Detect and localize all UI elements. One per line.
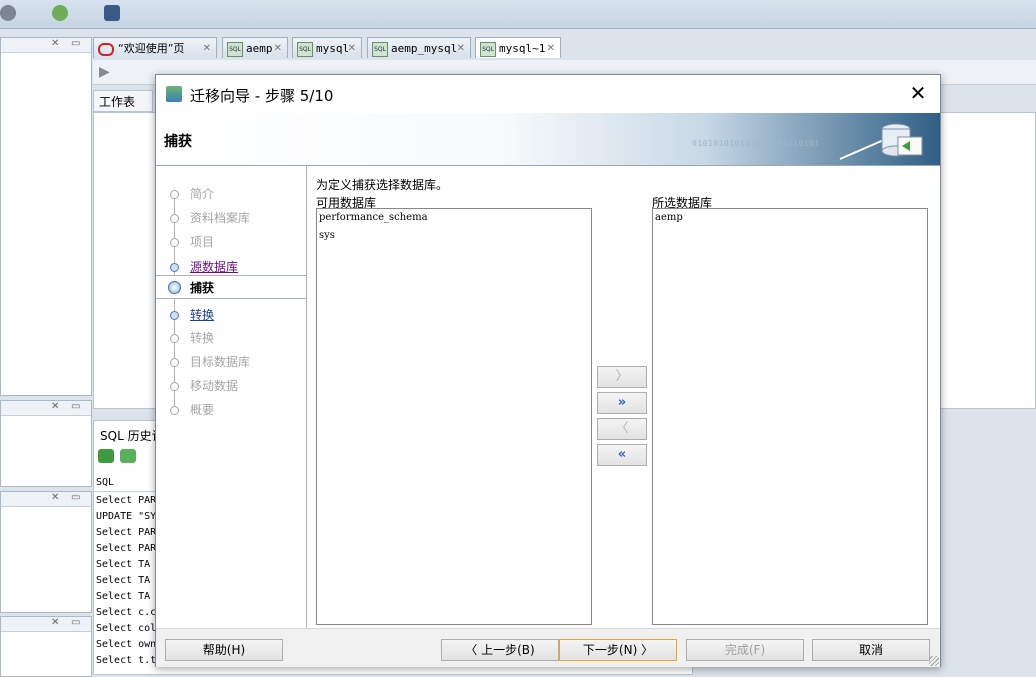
nav-icon[interactable] [0, 5, 16, 21]
sql-worksheet-icon: SQL [297, 41, 313, 57]
step-translate: 转换 [156, 326, 306, 348]
table-row[interactable]: Select c.c [96, 607, 156, 618]
table-row[interactable]: Select t.t [96, 655, 156, 666]
sql-connection-icon[interactable] [52, 5, 68, 21]
remove-one-button[interactable]: 〈 [597, 418, 647, 440]
step-summary: 概要 [156, 398, 306, 420]
close-tab-icon[interactable]: ✕ [547, 38, 555, 59]
minimize-icon[interactable]: ▭ [71, 38, 80, 49]
add-one-button[interactable]: 〉 [597, 366, 647, 388]
step-capture[interactable]: 捕获 [156, 275, 306, 299]
resize-grip-icon[interactable] [929, 656, 939, 666]
list-item[interactable]: sys [319, 230, 335, 241]
sql-worksheet-icon: SQL [372, 41, 388, 57]
structure-panel: ✕ ▭ [0, 491, 92, 613]
minimize-icon[interactable]: ▭ [71, 401, 80, 412]
close-tab-icon[interactable]: ✕ [203, 38, 211, 59]
available-databases-list[interactable]: performance_schema sys [316, 208, 592, 625]
sql-column-header: SQL [96, 477, 115, 488]
step-intro: 简介 [156, 182, 306, 204]
table-row[interactable]: Select TA [96, 575, 150, 586]
wizard-banner: 捕获 010101010101010101010101 [156, 113, 940, 166]
tab-aemp-mysql[interactable]: SQL aemp_mysql ✕ [367, 37, 471, 58]
binary-pattern: 010101010101010101010101 [692, 139, 820, 148]
table-row[interactable]: Select col [96, 623, 156, 634]
main-toolbar [0, 0, 1036, 29]
cancel-button[interactable]: 取消 [812, 639, 930, 661]
binoculars-icon[interactable] [104, 5, 120, 21]
sql-worksheet-icon: SQL [480, 41, 496, 57]
close-icon[interactable]: ✕ [51, 617, 59, 628]
back-button[interactable]: 〈 上一步(B) [441, 639, 559, 661]
close-tab-icon[interactable]: ✕ [274, 38, 282, 59]
close-icon[interactable]: ✕ [51, 492, 59, 503]
banner-title: 捕获 [164, 134, 192, 150]
step-target-database: 目标数据库 [156, 350, 306, 372]
table-row[interactable]: UPDATE "SY [96, 511, 156, 522]
step-move-data: 移动数据 [156, 374, 306, 396]
next-button[interactable]: 下一步(N) 〉 [559, 639, 677, 661]
step-source-database[interactable]: 源数据库 [156, 255, 306, 277]
run-icon[interactable]: ▶ [99, 64, 110, 80]
close-tab-icon[interactable]: ✕ [348, 38, 356, 59]
close-tab-icon[interactable]: ✕ [457, 38, 465, 59]
step-convert[interactable]: 转换 [156, 303, 306, 325]
list-item[interactable]: performance_schema [319, 212, 428, 223]
dialog-title-bar: 迁移向导 - 步骤 5/10 ✕ [156, 75, 940, 113]
dialog-footer: 帮助(H) 〈 上一步(B) 下一步(N) 〉 完成(F) 取消 [156, 628, 940, 667]
connections-tree [0, 85, 92, 396]
tab-welcome[interactable]: “欢迎使用”页 ✕ [93, 37, 217, 58]
minimize-icon[interactable]: ▭ [71, 617, 80, 628]
table-row[interactable]: Select TA [96, 591, 150, 602]
step-repository: 资料档案库 [156, 206, 306, 228]
close-icon[interactable]: ✕ [51, 38, 59, 49]
instruction-text: 为定义捕获选择数据库。 [316, 178, 449, 192]
help-button[interactable]: 帮助(H) [165, 639, 283, 661]
add-all-button[interactable]: » [597, 392, 647, 414]
close-icon[interactable]: ✕ [51, 401, 59, 412]
migration-wizard-dialog: 迁移向导 - 步骤 5/10 ✕ 捕获 01010101010101010101… [155, 74, 941, 667]
reports-panel: ✕ ▭ [0, 400, 92, 487]
refresh-icon[interactable] [98, 449, 114, 463]
editor-tab-bar: “欢迎使用”页 ✕ SQL aemp ✕ SQL mysql ✕ SQL aemp_mysq… [93, 37, 1036, 59]
selected-databases-list[interactable]: aemp [652, 208, 928, 625]
table-row[interactable]: Select TA [96, 559, 150, 570]
close-icon[interactable]: ✕ [906, 81, 930, 105]
minimize-icon[interactable]: ▭ [71, 492, 80, 503]
sql-worksheet-icon: SQL [227, 41, 243, 57]
table-row[interactable]: Select PAR [96, 495, 156, 506]
table-row[interactable]: Select PAR [96, 543, 156, 554]
append-icon[interactable] [120, 449, 136, 463]
wizard-steps: 简介 资料档案库 项目 源数据库 捕获 转换 转换 目标数据库 移动数据 概要 [156, 166, 307, 628]
step-project: 项目 [156, 230, 306, 252]
tab-aemp[interactable]: SQL aemp ✕ [222, 37, 288, 58]
dialog-title: 迁移向导 - 步骤 5/10 [190, 87, 334, 105]
database-capture-icon [839, 123, 923, 160]
tab-mysql-1[interactable]: SQL mysql~1 ✕ [475, 37, 561, 58]
table-row[interactable]: Select PAR [96, 527, 156, 538]
connections-panel: ✕ ▭ [0, 37, 92, 87]
worksheet-tab[interactable]: 工作表 [93, 90, 153, 112]
table-row[interactable]: Select own [96, 639, 156, 650]
remove-all-button[interactable]: « [597, 444, 647, 466]
tab-mysql[interactable]: SQL mysql ✕ [292, 37, 362, 58]
wizard-icon [166, 86, 182, 102]
finish-button[interactable]: 完成(F) [686, 639, 804, 661]
messages-panel: ✕ ▭ [0, 616, 92, 677]
oracle-icon [98, 42, 114, 56]
list-item[interactable]: aemp [655, 212, 683, 223]
